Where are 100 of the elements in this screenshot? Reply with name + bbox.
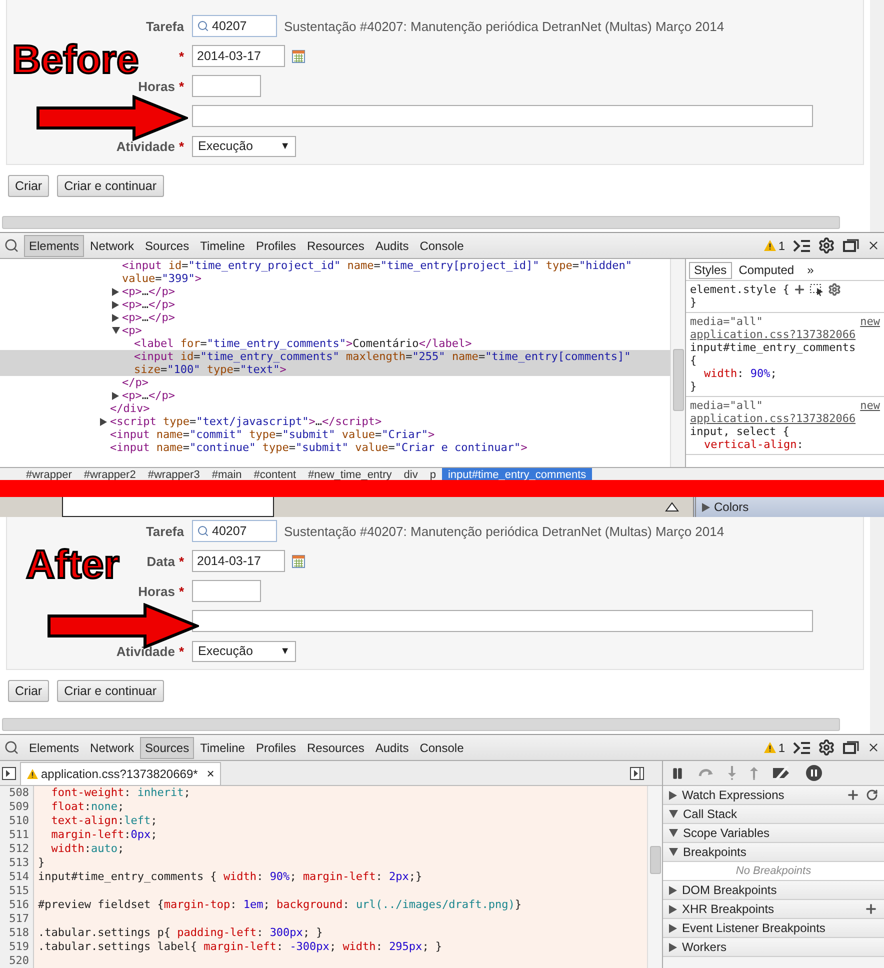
refresh-icon[interactable] (866, 789, 878, 801)
collapsed-triangle-icon[interactable] (669, 904, 677, 914)
dom-node-row[interactable]: <p>…</p> (0, 285, 670, 298)
section-title[interactable]: Call Stack (683, 807, 738, 821)
horizontal-scrollbar[interactable] (2, 216, 840, 229)
close-icon[interactable] (867, 239, 880, 252)
section-title[interactable]: Watch Expressions (682, 788, 784, 802)
console-icon[interactable] (793, 240, 810, 252)
create-button[interactable]: Criar (8, 680, 50, 702)
source-link[interactable]: new (860, 399, 880, 412)
devtools-tab[interactable]: Resources (302, 234, 370, 256)
date-field[interactable]: 2014-03-17 (192, 550, 285, 572)
section-title[interactable]: Breakpoints (683, 845, 746, 859)
element-picker-icon[interactable] (810, 284, 824, 296)
section-title[interactable]: Workers (682, 940, 726, 954)
horizontal-scrollbar[interactable] (2, 718, 840, 731)
search-icon[interactable] (4, 238, 19, 253)
devtools-tab[interactable]: Profiles (250, 736, 301, 758)
collapsed-triangle-icon[interactable] (112, 301, 119, 309)
collapsed-triangle-icon[interactable] (669, 924, 677, 932)
calendar-icon[interactable] (292, 554, 305, 568)
dom-node-row[interactable]: <label for="time_entry_comments">Comentário</label> (0, 337, 670, 350)
warning-icon[interactable] (764, 742, 776, 753)
comment-field[interactable] (192, 105, 813, 127)
devtools-tab[interactable]: Sources (140, 736, 194, 758)
devtools-tab[interactable]: Profiles (250, 234, 301, 256)
breadcrumb[interactable]: #wrapper (20, 468, 78, 482)
hours-field[interactable] (192, 75, 261, 97)
navigator-toggle-icon[interactable] (2, 766, 16, 780)
breadcrumb[interactable]: #content (248, 468, 302, 482)
activity-select[interactable]: Execução ▼ (192, 640, 296, 662)
settings-icon[interactable] (828, 283, 842, 296)
more-tabs[interactable]: » (807, 264, 814, 277)
collapsed-triangle-icon[interactable] (100, 418, 107, 426)
dom-node-row[interactable]: <script type="text/javascript">…</script> (0, 415, 670, 428)
expanded-triangle-icon[interactable] (112, 327, 120, 334)
activity-select[interactable]: Execução ▼ (192, 136, 296, 156)
file-tab[interactable]: application.css?1373820669* × (20, 762, 222, 784)
dock-icon[interactable] (843, 740, 859, 754)
collapse-triangle-icon[interactable] (665, 502, 679, 512)
dom-node-row[interactable]: <input name="commit" type="submit" value="Criar"> (0, 428, 670, 441)
dom-node-row[interactable]: </p> (0, 376, 670, 389)
expanded-triangle-icon[interactable] (669, 810, 678, 818)
devtools-tab[interactable]: Console (414, 736, 469, 758)
sidebar-section-header[interactable]: Colors (693, 497, 884, 517)
devtools-tab[interactable]: Audits (370, 736, 414, 758)
collapsed-triangle-icon[interactable] (669, 886, 677, 894)
stylesheet-link[interactable]: application.css?137382066 (690, 412, 880, 425)
styles-tab[interactable]: Styles (689, 262, 732, 279)
section-title[interactable]: XHR Breakpoints (682, 902, 774, 916)
hours-field[interactable] (192, 580, 261, 602)
devtools-tab[interactable]: Audits (370, 234, 414, 256)
dom-node-row[interactable]: <p>…</p> (0, 298, 670, 311)
expanded-triangle-icon[interactable] (669, 848, 678, 856)
vertical-scrollbar[interactable] (672, 349, 684, 411)
collapsed-triangle-icon[interactable] (112, 288, 119, 296)
create-continue-button[interactable]: Criar e continuar (57, 175, 164, 197)
section-title[interactable]: Scope Variables (683, 826, 770, 840)
devtools-tab[interactable]: Elements (24, 234, 84, 256)
breadcrumb[interactable]: #new_time_entry (302, 468, 398, 482)
code-editor[interactable]: font-weight: inherit; float:none; text-align:left; margin-left:0px; width:auto; } input#time_entry_comments { width: 90%; margin-left: 2px;} #preview fieldset {margin-top: 1em; background: url(../images/draft.png)} .tabular.settings p{ padding-left: 300px; } .tabular.settings label{ margin-left: -300px; width: 295px; } (34, 786, 647, 968)
breadcrumb[interactable]: p (424, 468, 442, 482)
devtools-tab[interactable]: Timeline (195, 234, 250, 256)
comment-field[interactable] (192, 610, 813, 632)
dom-node-row[interactable]: <p>…</p> (0, 311, 670, 324)
pause-icon[interactable] (671, 766, 684, 780)
warning-count[interactable]: 1 (778, 238, 785, 252)
dom-node-row[interactable]: <p>…</p> (0, 389, 670, 402)
console-icon[interactable] (793, 742, 810, 754)
stylesheet-link[interactable]: application.css?137382066 (690, 328, 880, 341)
text-field[interactable] (62, 497, 274, 517)
dom-node-row[interactable]: <input id="time_entry_project_id" name="time_entry[project_id]" type="hidden" value="399"> (0, 259, 670, 285)
source-link[interactable]: new (860, 315, 880, 328)
calendar-icon[interactable] (292, 50, 305, 62)
close-icon[interactable] (867, 741, 880, 754)
dock-icon[interactable] (843, 238, 859, 252)
devtools-tab[interactable]: Network (85, 234, 140, 256)
dom-node-row[interactable]: <p> (0, 324, 670, 337)
task-field[interactable]: 40207 (192, 15, 277, 37)
collapsed-triangle-icon[interactable] (112, 314, 119, 322)
debugger-toggle-icon[interactable] (630, 766, 644, 780)
settings-icon[interactable] (818, 237, 835, 254)
devtools-tab[interactable]: Sources (140, 234, 194, 256)
dom-node-row[interactable]: <input name="continue" type="submit" value="Criar e continuar"> (0, 441, 670, 454)
warning-count[interactable]: 1 (778, 740, 785, 754)
devtools-tab[interactable]: Resources (302, 736, 370, 758)
breadcrumb[interactable]: #wrapper2 (78, 468, 142, 482)
expanded-triangle-icon[interactable] (669, 829, 678, 837)
deactivate-breakpoints-icon[interactable] (772, 766, 792, 780)
create-continue-button[interactable]: Criar e continuar (57, 680, 164, 702)
section-title[interactable]: Event Listener Breakpoints (682, 921, 826, 935)
add-icon[interactable] (846, 788, 860, 802)
devtools-tab[interactable]: Console (414, 234, 469, 256)
pause-on-exceptions-icon[interactable] (806, 765, 822, 781)
devtools-tab[interactable]: Elements (24, 736, 84, 758)
dom-node-row[interactable]: <input id="time_entry_comments" maxlength="255" name="time_entry[comments]" size="100" type="text"> (0, 350, 670, 376)
task-field[interactable]: 40207 (192, 520, 277, 542)
add-icon[interactable] (793, 283, 806, 296)
collapsed-triangle-icon[interactable] (669, 790, 677, 800)
close-tab-icon[interactable]: × (206, 766, 214, 781)
